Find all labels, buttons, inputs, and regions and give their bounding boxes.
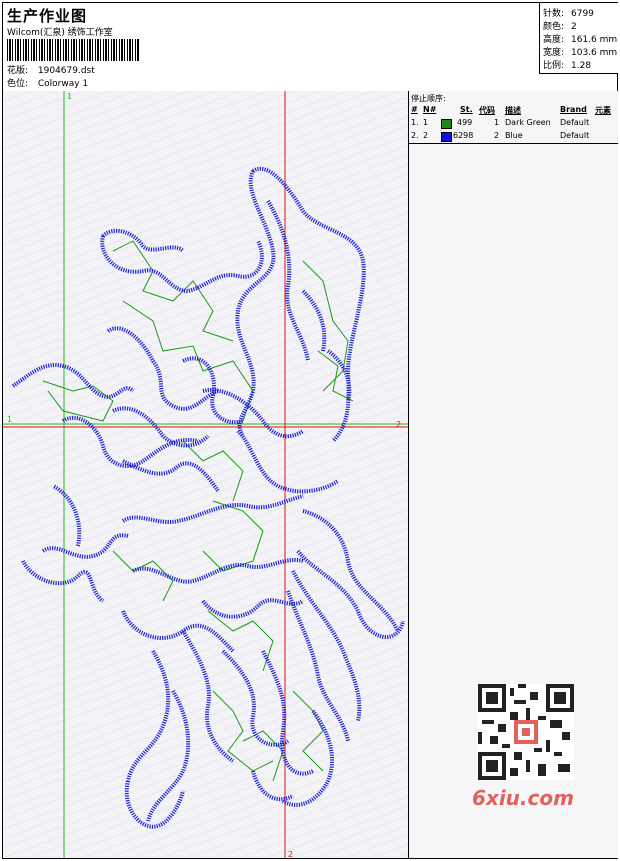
watermark: 6xiu.com — [468, 680, 586, 810]
guide-vertical-green-label: 1 — [67, 92, 72, 101]
stat-colors: 颜色: 2 — [543, 22, 577, 32]
studio-name: Wilcom(汇泉) 绣饰工作室 — [7, 28, 113, 38]
stop-sequence-title: 停止顺序: — [411, 94, 446, 103]
divider — [409, 143, 618, 144]
header: 生产作业图 Wilcom(汇泉) 绣饰工作室 花版: 1904679.dst 色… — [3, 3, 618, 92]
stat-scale: 比例: 1.28 — [543, 61, 592, 71]
stat-stitches: 针数: 6799 — [543, 9, 594, 19]
stats-box: 针数: 6799 颜色: 2 高度: 161.6 mm 宽度: 103.6 mm 比例:… — [539, 3, 618, 74]
col-code: 代码 — [479, 106, 495, 115]
col-brand: Brand — [560, 105, 587, 114]
colorway-value: Colorway 1 — [37, 79, 89, 89]
col-desc: 描述 — [505, 106, 521, 115]
colorway-row: 色位: Colorway 1 — [7, 76, 88, 89]
col-stitches: St. — [460, 105, 473, 114]
table-row: 2. 2 6298 2 Blue Default — [411, 131, 590, 142]
stat-width: 宽度: 103.6 mm — [543, 48, 618, 58]
design-file-value: 1904679.dst — [37, 66, 95, 76]
watermark-text: 6xiu.com — [472, 786, 574, 810]
col-n: N# — [423, 105, 437, 114]
colorway-label: 色位: — [7, 79, 29, 89]
color-swatch — [441, 119, 452, 129]
col-element: 元素 — [595, 106, 611, 115]
qr-code — [478, 684, 574, 780]
stat-height: 高度: 161.6 mm — [543, 35, 618, 45]
guide-horizontal-green-label: 1 — [7, 415, 12, 424]
barcode — [7, 39, 139, 61]
guide-vertical-red-label: 2 — [288, 850, 293, 858]
blue-satin-stitches — [11, 166, 405, 829]
table-row: 1. 1 499 1 Dark Green Default — [411, 118, 590, 129]
embroidery-drawing: 1 1 2 2 — [3, 91, 408, 858]
design-file-row: 花版: 1904679.dst — [7, 63, 95, 76]
guide-horizontal-red-label: 2 — [396, 420, 401, 429]
col-index: # — [411, 105, 418, 114]
design-file-label: 花版: — [7, 66, 29, 76]
page-title: 生产作业图 — [7, 7, 88, 25]
design-preview: 1 1 2 2 — [3, 91, 408, 858]
color-swatch — [441, 132, 452, 142]
